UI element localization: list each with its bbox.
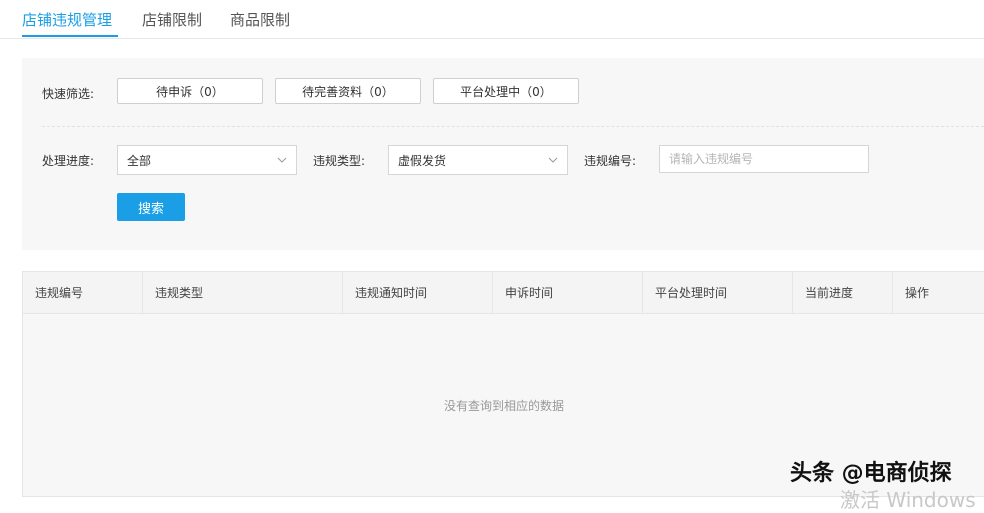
filter-divider [42, 126, 984, 127]
column-header-current-progress: 当前进度 [793, 272, 893, 313]
column-header-actions: 操作 [905, 286, 930, 300]
empty-state-text: 没有查询到相应的数据 [443, 399, 564, 413]
column-header-violation-id: 违规编号 [23, 272, 143, 313]
column-header-violation-type: 违规类型 [143, 272, 343, 313]
quick-filter-platform-processing-button[interactable]: 平台处理中（0） [433, 78, 579, 104]
progress-select[interactable]: 全部 [117, 145, 297, 175]
search-button[interactable]: 搜索 [117, 193, 185, 221]
chevron-down-icon [548, 157, 558, 163]
table-header: 违规编号 违规类型 违规通知时间 申诉时间 平台处理时间 当前进度 操作 [23, 272, 984, 314]
quick-filter-pending-info-button[interactable]: 待完善资料（0） [275, 78, 421, 104]
chevron-down-icon [277, 157, 287, 163]
column-header-appeal-time: 申诉时间 [493, 272, 643, 313]
tab-store-restriction[interactable]: 店铺限制 [142, 9, 202, 30]
column-header-notice-time: 违规通知时间 [343, 272, 493, 313]
tab-bar: 店铺违规管理 店铺限制 商品限制 [0, 0, 984, 39]
violation-id-input[interactable] [659, 145, 869, 173]
progress-select-value: 全部 [127, 153, 152, 168]
violation-id-label: 违规编号: [584, 154, 637, 168]
violation-type-select-value: 虚假发货 [398, 153, 447, 168]
watermark-text: 头条 @电商侦探 [790, 461, 952, 486]
violation-type-label: 违规类型: [313, 154, 366, 168]
progress-label: 处理进度: [42, 154, 95, 168]
quick-filter-label: 快速筛选: [42, 87, 95, 101]
activate-windows-watermark: 激活 Windows [840, 488, 976, 512]
column-header-platform-process-time: 平台处理时间 [643, 272, 793, 313]
tab-product-restriction[interactable]: 商品限制 [230, 9, 290, 30]
tab-store-violation-management[interactable]: 店铺违规管理 [22, 9, 112, 30]
filter-panel: 快速筛选: 待申诉（0） 待完善资料（0） 平台处理中（0） 处理进度: 全部 … [22, 58, 984, 250]
violation-type-select[interactable]: 虚假发货 [388, 145, 568, 175]
quick-filter-pending-appeal-button[interactable]: 待申诉（0） [117, 78, 263, 104]
active-tab-indicator [22, 35, 118, 37]
